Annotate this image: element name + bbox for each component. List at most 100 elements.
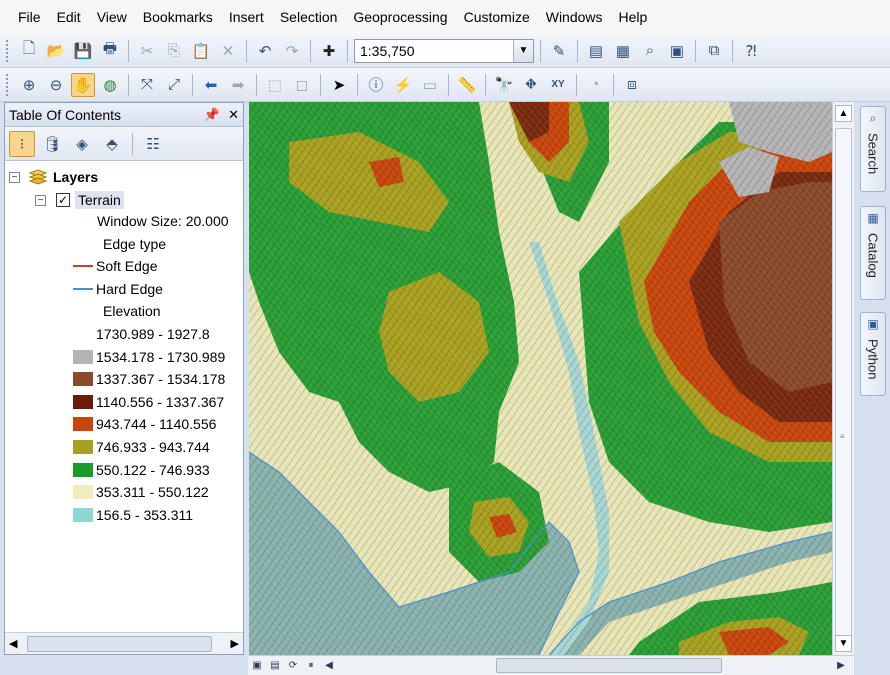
zoom-in-icon[interactable]: ⊕	[17, 73, 41, 97]
map-scale-combobox[interactable]: 1:35,750 ▼	[354, 38, 534, 63]
scroll-thumb[interactable]	[835, 128, 852, 648]
menu-edit[interactable]: Edit	[49, 9, 89, 25]
add-data-icon[interactable]: ✚	[317, 39, 341, 63]
menu-file[interactable]: File	[10, 9, 49, 25]
paste-icon[interactable]: 📋	[189, 39, 213, 63]
menu-selection[interactable]: Selection	[272, 9, 346, 25]
elevation-color-swatch	[73, 349, 93, 364]
list-by-selection-icon[interactable]: ⬘	[99, 131, 125, 157]
separator	[485, 73, 486, 96]
pan-icon[interactable]: ✋	[71, 72, 95, 97]
menu-insert[interactable]: Insert	[221, 9, 272, 25]
scroll-left-icon[interactable]: ◀	[9, 637, 17, 650]
separator	[695, 39, 696, 62]
scroll-right-icon[interactable]: ▶	[832, 658, 850, 674]
pause-drawing-icon[interactable]: ⏸	[302, 658, 320, 674]
select-elements-icon[interactable]: ➤	[327, 73, 351, 97]
menu-windows[interactable]: Windows	[538, 9, 611, 25]
toolbar-grip[interactable]	[6, 39, 10, 62]
side-tab-python[interactable]: ▣ Python	[860, 312, 886, 396]
elevation-legend-item: 943.744 - 1140.556	[73, 416, 216, 432]
terrain-layer-row[interactable]: − ✓ Terrain	[35, 191, 124, 209]
print-icon[interactable]: 🖶	[98, 39, 122, 63]
zoom-out-icon[interactable]: ⊖	[44, 73, 68, 97]
layers-row[interactable]: − Layers	[9, 169, 98, 185]
scroll-thumb[interactable]	[27, 635, 212, 652]
elevation-legend-item: 353.311 - 550.122	[73, 484, 209, 500]
scroll-up-icon[interactable]: ▲	[835, 105, 852, 122]
create-viewer-icon[interactable]: ⧈	[620, 73, 644, 97]
cut-icon[interactable]: ✂	[135, 39, 159, 63]
close-icon[interactable]: ✕	[228, 107, 239, 123]
save-icon[interactable]: 💾	[71, 39, 95, 63]
full-extent-icon[interactable]: ◍	[98, 73, 122, 97]
separator	[246, 39, 247, 62]
go-to-xy-icon[interactable]: XY	[546, 73, 570, 97]
html-popup-icon[interactable]: ▭	[418, 73, 442, 97]
data-view-icon[interactable]: ▣	[248, 658, 266, 674]
scroll-down-icon[interactable]: ▼	[835, 635, 852, 652]
menu-customize[interactable]: Customize	[456, 9, 538, 25]
clear-selection-icon[interactable]: ◻	[290, 73, 314, 97]
collapse-icon[interactable]: −	[9, 171, 20, 183]
refresh-icon[interactable]: ⟳	[284, 658, 302, 674]
table-of-contents-icon[interactable]: ▤	[584, 39, 608, 63]
editor-toolbar-icon[interactable]: ✎	[547, 39, 571, 63]
side-tab-search[interactable]: ⌕ Search	[860, 106, 886, 192]
menu-view[interactable]: View	[89, 9, 135, 25]
side-tab-catalog[interactable]: ▦ Catalog	[860, 206, 886, 300]
forward-extent-icon[interactable]: ➡	[226, 73, 250, 97]
elevation-legend-item: 1534.178 - 1730.989	[73, 349, 225, 365]
toolbar-grip[interactable]	[6, 73, 10, 96]
separator	[613, 73, 614, 96]
map-display[interactable]	[249, 102, 832, 655]
menu-bar: File Edit View Bookmarks Insert Selection Geop…	[0, 0, 890, 34]
toc-options-icon[interactable]: ☷	[140, 131, 166, 157]
pin-icon[interactable]: 📌	[204, 107, 220, 123]
side-tab-label: Search	[865, 133, 881, 175]
find-icon[interactable]: 🔭	[492, 73, 516, 97]
catalog-icon: ▦	[867, 211, 879, 225]
edge-line-swatch	[73, 288, 93, 290]
select-features-icon[interactable]: ⬚	[263, 73, 287, 97]
list-by-source-icon[interactable]: 🛢	[39, 131, 65, 157]
tools-toolbar: ⊕ ⊖ ✋ ◍ ⤧ ⤢ ⬅ ➡ ⬚ ◻ ➤ ⓘ ⚡ ▭ 📏 🔭 ⛖ XY ◔ ⧈	[0, 68, 890, 102]
scroll-left-icon[interactable]: ◀	[320, 658, 338, 674]
redo-icon[interactable]: ↷	[280, 39, 304, 63]
delete-icon[interactable]: ✕	[216, 39, 240, 63]
fixed-zoom-in-icon[interactable]: ⤧	[135, 73, 159, 97]
chevron-down-icon[interactable]: ▼	[513, 39, 533, 62]
measure-icon[interactable]: 📏	[455, 73, 479, 97]
copy-icon[interactable]: ⎘	[162, 39, 186, 63]
open-icon[interactable]: 📂	[44, 39, 68, 63]
scroll-right-icon[interactable]: ▶	[231, 637, 239, 650]
time-slider-icon[interactable]: ◔	[583, 73, 607, 97]
search-window-icon[interactable]: ⌕	[638, 39, 662, 63]
identify-icon[interactable]: ⓘ	[364, 73, 388, 97]
map-vertical-scrollbar[interactable]: ▲ ≡ ▼	[832, 102, 854, 655]
menu-geoprocessing[interactable]: Geoprocessing	[345, 9, 455, 25]
undo-icon[interactable]: ↶	[253, 39, 277, 63]
fixed-zoom-out-icon[interactable]: ⤢	[162, 73, 186, 97]
scroll-grip-icon: ≡	[840, 432, 845, 441]
layer-visibility-checkbox[interactable]: ✓	[56, 193, 70, 207]
elevation-color-swatch	[73, 440, 93, 454]
terrain-map[interactable]	[249, 102, 832, 655]
whats-this-icon[interactable]: ⁈	[739, 39, 763, 63]
toc-horizontal-scrollbar[interactable]: ◀ ▶	[5, 632, 243, 654]
catalog-window-icon[interactable]: ▦	[611, 39, 635, 63]
modelbuilder-icon[interactable]: ⧉	[702, 39, 726, 63]
layout-view-icon[interactable]: ▤	[266, 658, 284, 674]
menu-help[interactable]: Help	[611, 9, 656, 25]
arctoolbox-icon[interactable]: ▣	[665, 39, 689, 63]
terrain-layer-name[interactable]: Terrain	[75, 191, 124, 209]
back-extent-icon[interactable]: ⬅	[199, 73, 223, 97]
new-icon[interactable]: 🗋	[17, 39, 41, 63]
find-route-icon[interactable]: ⛖	[519, 73, 543, 97]
hyperlink-icon[interactable]: ⚡	[391, 73, 415, 97]
menu-bookmarks[interactable]: Bookmarks	[135, 9, 221, 25]
list-by-visibility-icon[interactable]: ◈	[69, 131, 95, 157]
collapse-icon[interactable]: −	[35, 194, 46, 206]
scroll-thumb[interactable]	[496, 658, 722, 673]
list-by-drawing-order-icon[interactable]: ⁝	[9, 130, 35, 157]
